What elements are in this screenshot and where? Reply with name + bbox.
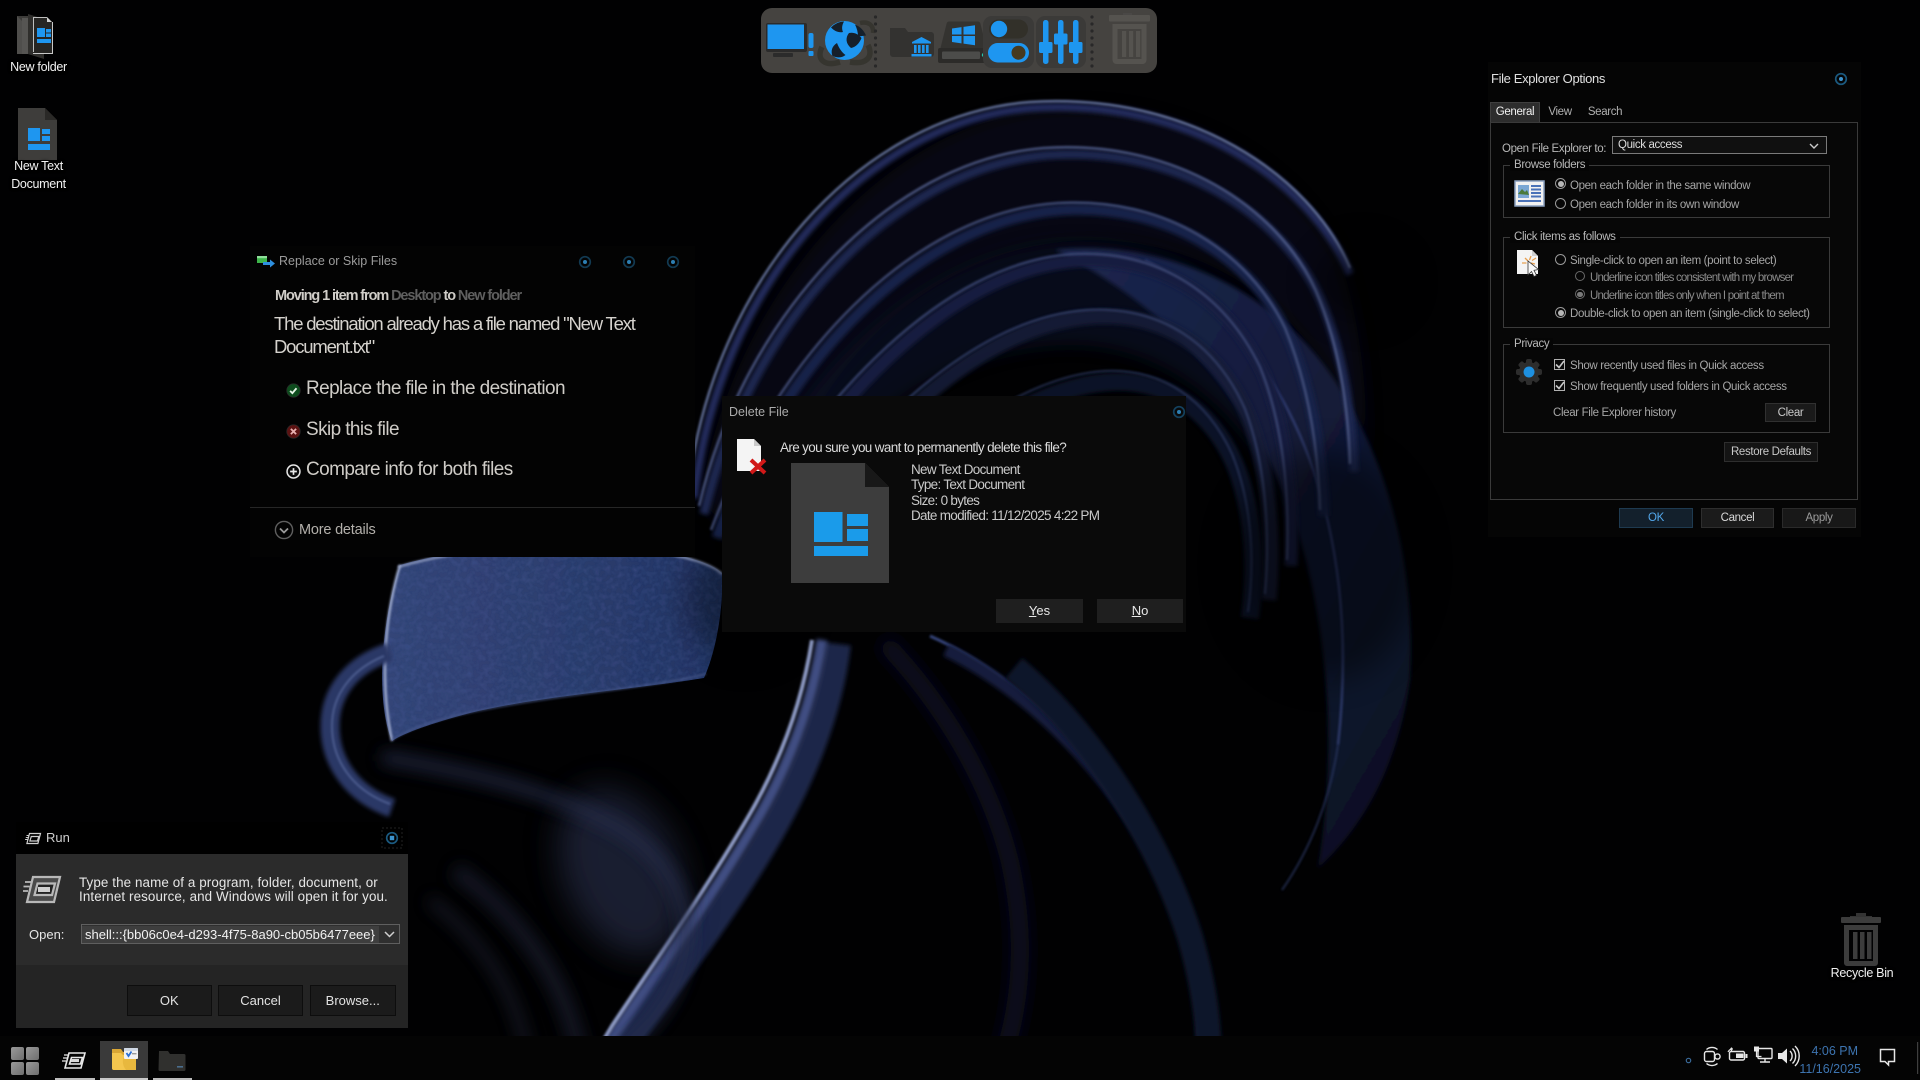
- svg-text:11/16/2025: 11/16/2025: [1799, 1062, 1861, 1076]
- svg-text:4:06 PM: 4:06 PM: [1811, 1044, 1858, 1058]
